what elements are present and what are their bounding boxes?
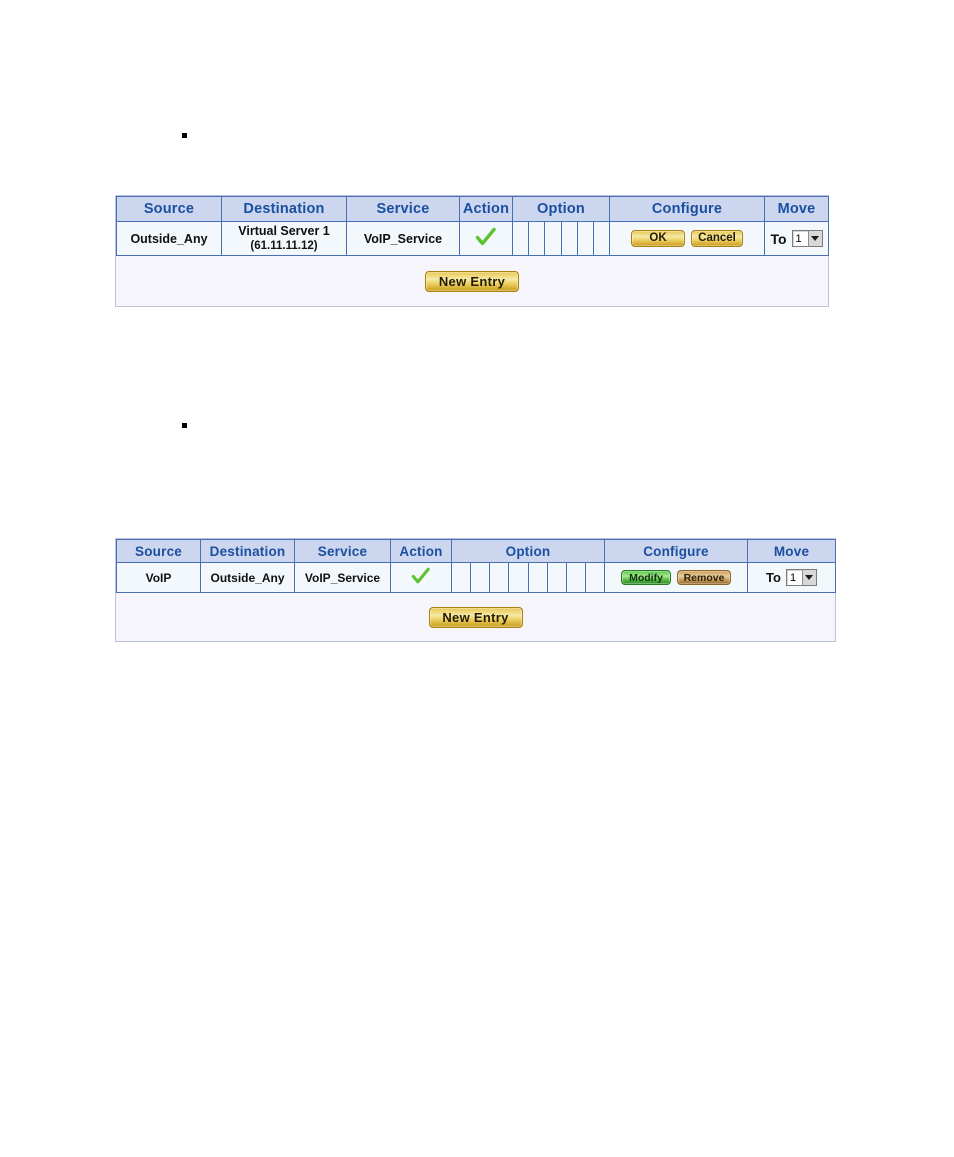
option-slot[interactable] <box>545 222 562 255</box>
policy-table-voip-outbound: Source Destination Service Action Option… <box>115 538 836 642</box>
table-row: Outside_Any Virtual Server 1 (61.11.11.1… <box>116 221 829 256</box>
option-slot[interactable] <box>561 222 578 255</box>
move-to-label: To <box>766 570 781 585</box>
modify-button[interactable]: Modify <box>621 570 671 585</box>
green-check-icon <box>475 227 497 247</box>
cell-destination: Virtual Server 1 (61.11.11.12) <box>221 221 347 256</box>
column-header-option: Option <box>512 196 610 222</box>
policy-table-virtual-server: Source Destination Service Action Option… <box>115 195 829 307</box>
cell-option <box>451 562 605 593</box>
cell-destination: Outside_Any <box>200 562 295 593</box>
move-position-select[interactable]: 1 <box>785 569 817 586</box>
cell-action <box>459 221 513 256</box>
chevron-down-icon <box>801 570 816 585</box>
cancel-button[interactable]: Cancel <box>691 230 743 247</box>
cell-source: Outside_Any <box>116 221 222 256</box>
move-position-value: 1 <box>789 571 797 584</box>
option-slot-grid <box>513 222 610 255</box>
cell-move: To 1 <box>764 221 829 256</box>
option-slot[interactable] <box>585 563 604 592</box>
column-header-move: Move <box>764 196 829 222</box>
move-to-label: To <box>770 230 787 247</box>
option-slot[interactable] <box>577 222 594 255</box>
table-footer: New Entry <box>116 593 835 641</box>
table-header-row: Source Destination Service Action Option… <box>116 539 836 563</box>
option-slot[interactable] <box>547 563 567 592</box>
column-header-service: Service <box>294 539 391 563</box>
column-header-action: Action <box>459 196 513 222</box>
option-slot[interactable] <box>566 563 586 592</box>
list-bullet-1 <box>182 133 187 138</box>
move-position-value: 1 <box>795 232 802 245</box>
column-header-source: Source <box>116 539 201 563</box>
table-row: VoIP Outside_Any VoIP_Service Modify Rem… <box>116 562 836 593</box>
option-slot[interactable] <box>490 563 510 592</box>
column-header-configure: Configure <box>609 196 765 222</box>
cell-option <box>512 221 610 256</box>
option-slot[interactable] <box>513 222 530 255</box>
ok-button[interactable]: OK <box>631 230 685 247</box>
column-header-service: Service <box>346 196 460 222</box>
remove-button[interactable]: Remove <box>677 570 731 585</box>
new-entry-button[interactable]: New Entry <box>425 270 519 292</box>
column-header-option: Option <box>451 539 605 563</box>
option-slot-grid <box>452 563 604 592</box>
cell-configure: Modify Remove <box>604 562 748 593</box>
column-header-destination: Destination <box>221 196 347 222</box>
move-position-select[interactable]: 1 <box>791 230 823 247</box>
policy-table: Source Destination Service Action Option… <box>116 196 829 256</box>
column-header-move: Move <box>747 539 836 563</box>
column-header-action: Action <box>390 539 452 563</box>
option-slot[interactable] <box>509 563 529 592</box>
cell-configure: OK Cancel <box>609 221 765 256</box>
green-check-icon <box>411 567 431 585</box>
new-entry-button[interactable]: New Entry <box>428 606 523 628</box>
option-slot[interactable] <box>593 222 610 255</box>
table-footer: New Entry <box>116 256 828 306</box>
list-bullet-2 <box>182 423 187 428</box>
cell-action <box>390 562 452 593</box>
option-slot[interactable] <box>471 563 491 592</box>
destination-name: Virtual Server 1 <box>238 223 330 238</box>
option-slot[interactable] <box>529 222 546 255</box>
table-header-row: Source Destination Service Action Option… <box>116 196 829 222</box>
chevron-down-icon <box>807 231 822 246</box>
policy-table: Source Destination Service Action Option… <box>116 539 836 593</box>
option-slot[interactable] <box>452 563 472 592</box>
cell-service: VoIP_Service <box>346 221 460 256</box>
column-header-destination: Destination <box>200 539 295 563</box>
cell-source: VoIP <box>116 562 201 593</box>
column-header-configure: Configure <box>604 539 748 563</box>
column-header-source: Source <box>116 196 222 222</box>
cell-move: To 1 <box>747 562 836 593</box>
cell-service: VoIP_Service <box>294 562 391 593</box>
option-slot[interactable] <box>528 563 548 592</box>
destination-address: (61.11.11.12) <box>250 240 318 253</box>
